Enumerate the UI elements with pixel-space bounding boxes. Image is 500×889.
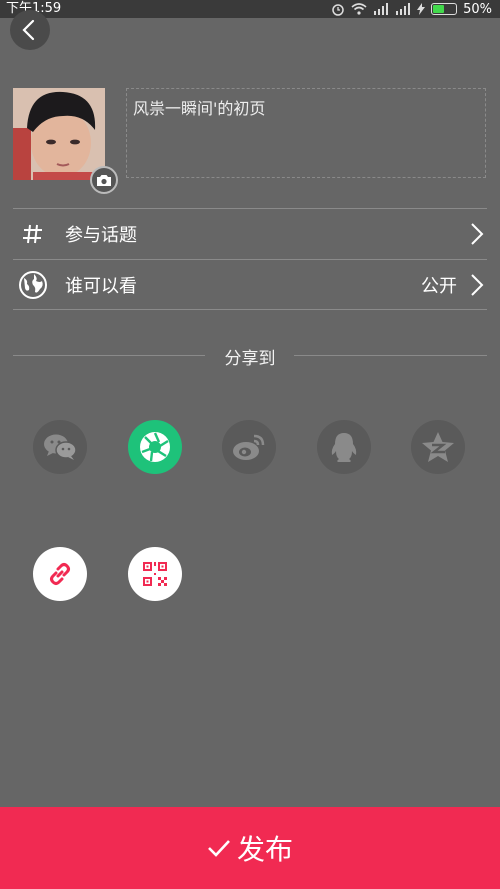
signal-icon (374, 3, 389, 15)
visibility-row[interactable]: 谁可以看 公开 (13, 259, 487, 310)
chevron-left-icon (22, 19, 35, 41)
hashtag-icon (13, 223, 53, 245)
publish-label: 发布 (236, 833, 293, 866)
status-bar: 下午1:59 50% (0, 0, 500, 18)
back-button[interactable] (10, 10, 50, 50)
share-title: 分享到 (224, 349, 276, 369)
copy-link-button[interactable] (33, 547, 87, 601)
share-wechat-button[interactable] (33, 420, 87, 474)
qzone-star-icon (422, 432, 454, 462)
alarm-icon (332, 4, 344, 16)
change-cover-button[interactable] (90, 166, 118, 194)
description-text: 风祟一瞬间'的初页 (133, 99, 266, 118)
description-input[interactable]: 风祟一瞬间'的初页 (126, 88, 486, 178)
cover-photo (13, 88, 105, 180)
status-icons: 50% (331, 0, 492, 18)
wifi-icon (351, 3, 367, 15)
divider-right (294, 355, 487, 356)
link-icon (50, 563, 70, 585)
globe-icon (13, 270, 53, 300)
share-qzone-button[interactable] (411, 420, 465, 474)
visibility-label: 谁可以看 (65, 275, 137, 297)
share-qq-button[interactable] (317, 420, 371, 474)
share-moments-button[interactable] (128, 420, 182, 474)
charging-icon (417, 3, 426, 15)
signal-icon-2 (396, 3, 411, 15)
battery-icon (431, 3, 458, 15)
wechat-icon (44, 434, 77, 460)
topic-row[interactable]: 参与话题 (13, 208, 487, 258)
qr-code-icon (143, 562, 167, 586)
chevron-right-icon (467, 222, 487, 246)
moments-shutter-icon (140, 432, 170, 462)
battery-percent: 50% (463, 1, 492, 17)
checkmark-icon (208, 840, 230, 857)
chevron-right-icon (467, 273, 487, 297)
weibo-icon (233, 434, 265, 460)
share-weibo-button[interactable] (222, 420, 276, 474)
topic-label: 参与话题 (65, 224, 137, 246)
visibility-value: 公开 (421, 275, 457, 297)
cover-image[interactable] (13, 88, 105, 180)
publish-button[interactable]: 发布 (0, 807, 500, 889)
camera-icon (97, 174, 111, 186)
qq-penguin-icon (331, 433, 357, 462)
qr-code-button[interactable] (128, 547, 182, 601)
